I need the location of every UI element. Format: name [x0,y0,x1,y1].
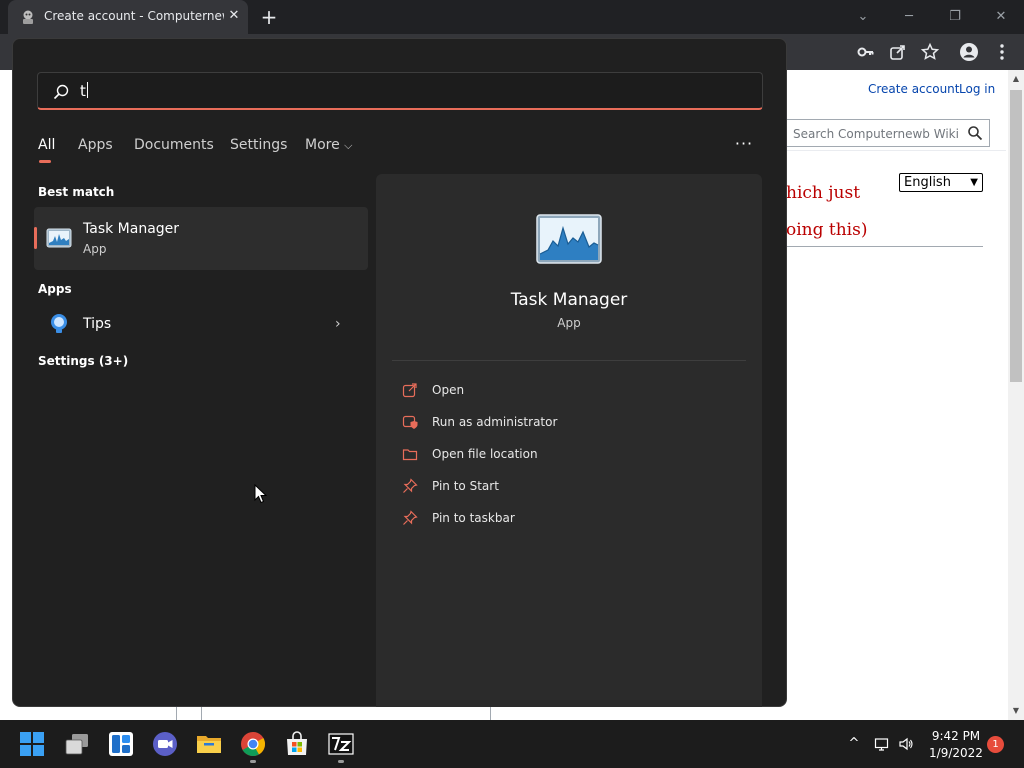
header-divider [786,150,1006,151]
tips-lightbulb-icon [51,314,67,333]
language-select[interactable]: English ▼ [899,173,983,192]
7zip-icon[interactable] [328,731,354,757]
action-pin-to-taskbar-label: Pin to taskbar [432,511,515,525]
more-options-icon[interactable]: ··· [733,134,755,153]
search-icon [53,84,69,100]
filter-tab-all[interactable]: All [38,137,55,153]
action-open-file-location[interactable]: Open file location [400,445,730,465]
action-run-as-admin[interactable]: Run as administrator [400,413,730,433]
file-explorer-icon[interactable] [196,731,222,757]
chrome-running-indicator [250,760,256,763]
detail-type: App [557,316,581,330]
microsoft-store-icon[interactable] [284,731,310,757]
scroll-down-icon[interactable]: ▼ [1008,704,1024,718]
active-filter-indicator [39,160,51,163]
chevron-down-icon: ▼ [970,177,978,188]
network-icon[interactable] [874,736,890,752]
pin-icon [403,478,418,493]
tips-label: Tips [83,316,112,332]
detail-title: Task Manager [510,290,628,310]
task-view-icon[interactable] [64,731,90,757]
chevron-right-icon[interactable]: › [335,316,341,332]
text-caret [86,82,88,98]
site-favicon-icon [23,10,33,24]
widgets-icon[interactable] [108,731,134,757]
clock-date[interactable]: 1/9/2022 [926,746,986,760]
detail-divider [392,360,746,361]
share-icon[interactable] [888,42,908,62]
wiki-search-icon[interactable] [967,125,983,141]
shield-window-icon [402,415,418,429]
chevron-down-icon: ⌵ [344,139,353,152]
volume-icon[interactable] [898,736,914,752]
content-divider [786,246,983,247]
notification-badge[interactable]: 1 [987,736,1004,753]
tray-overflow-chevron-icon[interactable]: ^ [846,736,862,752]
create-account-link[interactable]: Create account [868,82,960,96]
action-pin-to-start-label: Pin to Start [432,479,499,493]
task-manager-large-icon [536,214,602,264]
scrollbar-thumb[interactable] [1010,90,1022,382]
tab-close-icon[interactable]: ✕ [226,8,242,24]
new-tab-button[interactable]: + [258,6,280,28]
table-border [201,706,202,720]
action-run-as-admin-label: Run as administrator [432,415,558,429]
action-pin-to-start[interactable]: Pin to Start [400,477,730,497]
bookmark-star-icon[interactable] [920,42,940,62]
teams-chat-icon[interactable] [152,731,178,757]
filter-tab-more[interactable]: More ⌵ [305,137,353,153]
open-external-icon [402,383,417,398]
page-text-line2: oing this) [786,220,868,240]
scroll-up-icon[interactable]: ▲ [1008,72,1024,86]
best-match-title: Task Manager [83,221,180,237]
filter-tab-apps[interactable]: Apps [78,137,113,153]
task-manager-icon [46,228,72,248]
action-open-label: Open [432,383,465,397]
best-match-type: App [83,242,107,256]
pin-icon [403,510,418,525]
best-match-result[interactable] [34,207,368,270]
filter-more-label: More [305,137,340,153]
mouse-pointer-icon [254,484,268,504]
chrome-icon[interactable] [240,731,266,757]
language-selected: English [904,175,951,190]
log-in-link[interactable]: Log in [959,82,995,96]
browser-menu-icon[interactable] [992,42,1012,62]
action-open[interactable]: Open [400,381,730,401]
tab-search-icon[interactable]: ⌄ [852,6,874,28]
filter-tab-settings[interactable]: Settings [230,137,287,153]
table-border [176,706,177,720]
search-query-text[interactable]: t [80,82,88,100]
wiki-search-input[interactable]: Search Computernewb Wiki [786,119,990,147]
filter-tab-documents[interactable]: Documents [134,137,214,153]
apps-heading: Apps [38,282,72,296]
close-window-button[interactable]: ✕ [990,6,1012,28]
clock-time[interactable]: 9:42 PM [930,729,982,743]
profile-icon[interactable] [959,42,979,62]
7zip-running-indicator [338,760,344,763]
tab-title: Create account - Computernewb [44,9,224,23]
windows-start-icon[interactable] [19,731,45,757]
restore-button[interactable]: ❐ [944,6,966,28]
action-pin-to-taskbar[interactable]: Pin to taskbar [400,509,730,529]
page-text-line1: hich just [786,183,861,203]
settings-heading[interactable]: Settings (3+) [38,354,128,368]
browser-tab[interactable]: Create account - Computernewb ✕ [8,0,248,34]
best-match-heading: Best match [38,185,115,199]
minimize-button[interactable]: ─ [898,6,920,28]
selection-indicator [34,227,37,249]
wiki-search-placeholder: Search Computernewb Wiki [793,127,959,141]
search-input[interactable]: t [37,72,763,110]
action-open-file-location-label: Open file location [432,447,538,461]
folder-icon [402,449,418,461]
table-border [490,706,491,720]
password-key-icon[interactable] [856,42,876,62]
